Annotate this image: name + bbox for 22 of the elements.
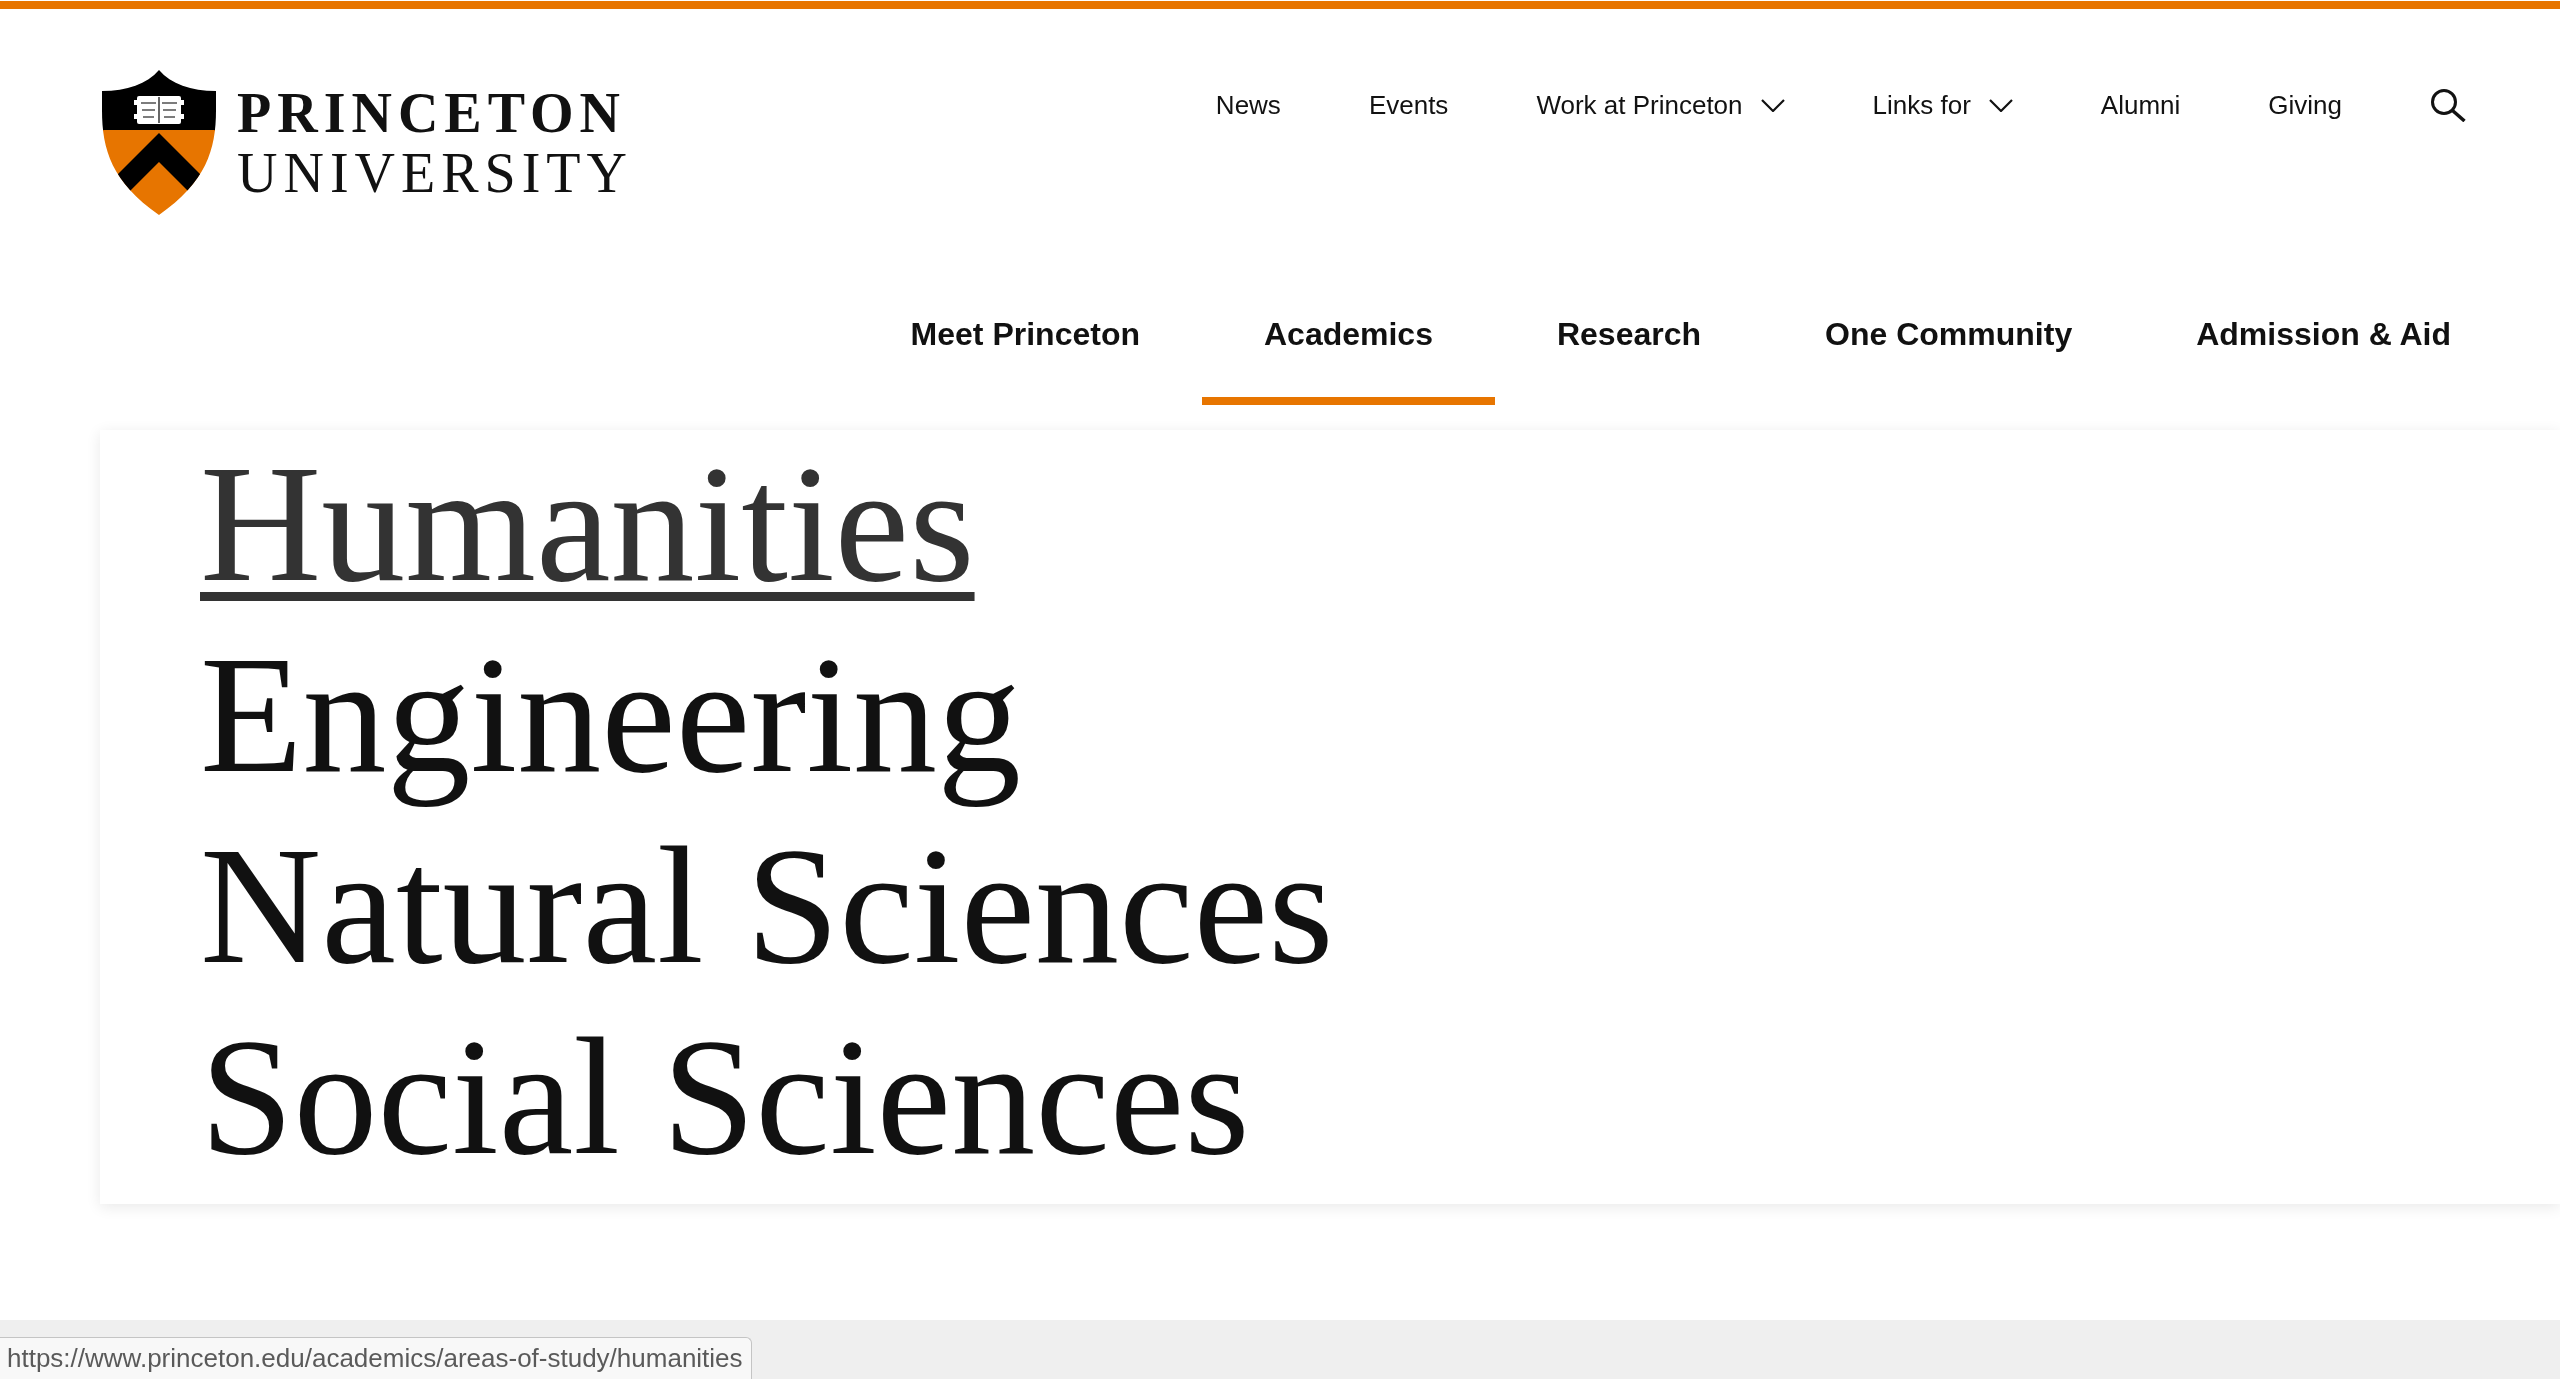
chevron-down-icon bbox=[1760, 98, 1785, 112]
menu-link[interactable]: Humanities bbox=[200, 430, 975, 616]
search-icon bbox=[2430, 88, 2466, 122]
nav-link[interactable]: News bbox=[1215, 85, 1281, 125]
nav-tab[interactable]: One Community bbox=[1763, 270, 2135, 405]
menu-link[interactable]: Natural Sciences bbox=[200, 812, 1334, 998]
nav-link[interactable]: Alumni bbox=[2100, 85, 2181, 125]
chevron-down-icon bbox=[1988, 98, 2013, 112]
nav-tab[interactable]: Admission & Aid bbox=[2134, 270, 2513, 405]
nav-link[interactable]: Giving bbox=[2268, 85, 2342, 125]
status-url-tooltip: https://www.princeton.edu/academics/areas-of-study/humanities bbox=[0, 1337, 752, 1379]
nav-tab[interactable]: Meet Princeton bbox=[848, 270, 1202, 405]
nav-link[interactable]: Events bbox=[1368, 85, 1449, 125]
menu-link[interactable]: Engineering bbox=[200, 621, 1022, 807]
nav-tab[interactable]: Academics bbox=[1201, 270, 1495, 405]
shield-icon bbox=[102, 70, 216, 215]
logo-link[interactable]: PRINCETON UNIVERSITY bbox=[102, 70, 633, 215]
search-button[interactable] bbox=[2430, 88, 2466, 122]
dropdown-button[interactable]: Links for bbox=[1872, 85, 2013, 125]
menu-link[interactable]: Social Sciences bbox=[200, 1003, 1250, 1189]
dropdown-button[interactable]: Work at Princeton bbox=[1536, 85, 1785, 125]
nav-tab[interactable]: Research bbox=[1494, 270, 1764, 405]
